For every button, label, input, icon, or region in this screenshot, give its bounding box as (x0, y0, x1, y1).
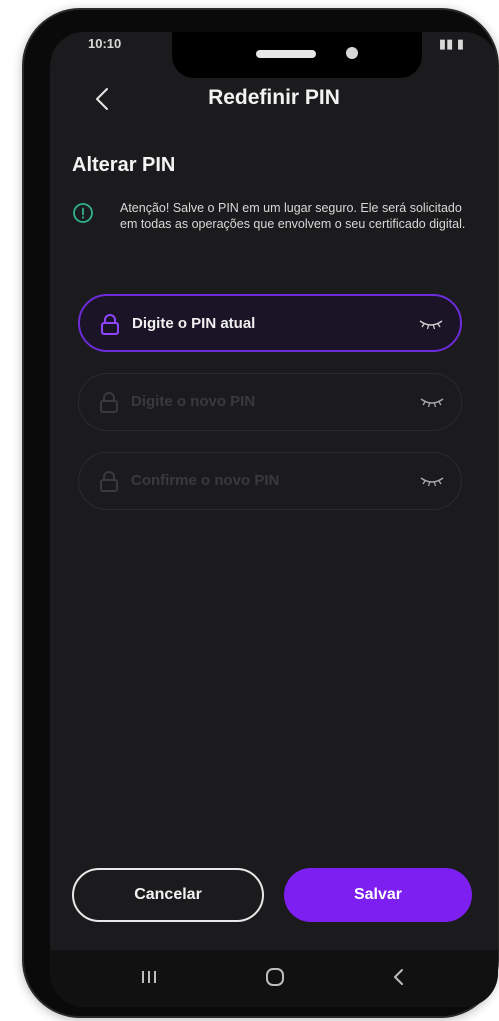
camera-notch (172, 32, 422, 78)
lock-icon (100, 392, 118, 413)
new-pin-field[interactable]: Digite o novo PIN (78, 373, 462, 431)
confirm-pin-placeholder: Confirme o novo PIN (131, 472, 280, 489)
current-pin-placeholder: Digite o PIN atual (132, 315, 256, 332)
status-time: 10:10 (88, 36, 122, 51)
new-pin-placeholder: Digite o novo PIN (131, 393, 256, 410)
system-navigation-bar (50, 950, 498, 1007)
phone-frame: 10:10 ▮▮ ▮ Redefinir PIN Alterar PIN Ate… (22, 8, 499, 1018)
cancel-button[interactable]: Cancelar (72, 868, 264, 922)
page-title: Redefinir PIN (208, 86, 340, 109)
eye-closed-icon[interactable] (418, 316, 444, 332)
current-pin-field[interactable]: Digite o PIN atual (78, 294, 462, 352)
speaker-grille (256, 50, 316, 58)
alert-text: Atenção! Salve o PIN em um lugar seguro.… (120, 201, 466, 231)
chevron-left-icon (394, 969, 403, 985)
eye-closed-icon[interactable] (419, 473, 445, 489)
nav-home-button[interactable] (258, 962, 292, 992)
lock-icon (100, 471, 118, 492)
home-icon (266, 968, 284, 986)
nav-recents-button[interactable] (132, 962, 166, 992)
recents-icon (142, 971, 156, 983)
confirm-pin-field[interactable]: Confirme o novo PIN (78, 452, 462, 510)
lock-icon (101, 314, 119, 335)
section-title: Alterar PIN (72, 154, 176, 176)
save-button[interactable]: Salvar (284, 868, 472, 922)
info-circle-icon (73, 203, 93, 223)
app-header: Redefinir PIN (50, 80, 498, 120)
nav-back-button[interactable] (382, 962, 416, 992)
status-indicators: ▮▮ ▮ (438, 36, 464, 51)
front-camera (346, 47, 358, 59)
eye-closed-icon[interactable] (419, 394, 445, 410)
app-screen: 10:10 ▮▮ ▮ Redefinir PIN Alterar PIN Ate… (50, 32, 498, 1007)
